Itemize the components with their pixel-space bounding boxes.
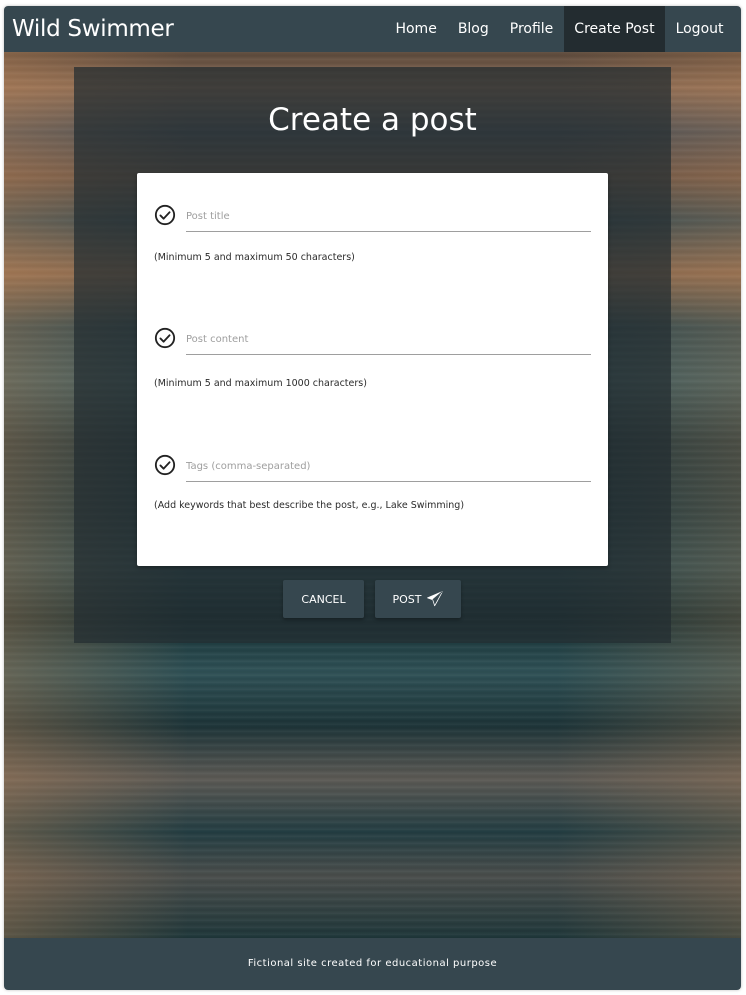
footer: Fictional site created for educational p… [4, 938, 741, 990]
post-content-input-wrap [186, 327, 591, 355]
paper-plane-icon [426, 591, 443, 607]
nav-menu: Home Blog Profile Create Post Logout [385, 6, 734, 52]
post-button[interactable]: POST [375, 580, 461, 618]
post-title-hint: (Minimum 5 and maximum 50 characters) [154, 252, 355, 263]
nav-item-create-post[interactable]: Create Post [563, 6, 666, 52]
post-content-input[interactable] [186, 327, 591, 351]
app-window: Wild Swimmer Home Blog Profile Create Po… [4, 6, 741, 990]
nav-item-home[interactable]: Home [385, 6, 447, 52]
post-title-input[interactable] [186, 204, 591, 228]
nav-item-profile[interactable]: Profile [499, 6, 564, 52]
post-tags-input[interactable] [186, 454, 591, 478]
post-tags-hint: (Add keywords that best describe the pos… [154, 500, 465, 511]
footer-text: Fictional site created for educational p… [247, 958, 498, 969]
check-circle-icon [154, 204, 176, 226]
cancel-button[interactable]: CANCEL [283, 580, 364, 618]
post-content-hint: (Minimum 5 and maximum 1000 characters) [154, 378, 367, 389]
check-circle-icon [154, 327, 176, 349]
navbar: Wild Swimmer Home Blog Profile Create Po… [4, 6, 741, 52]
post-button-label: POST [392, 592, 422, 606]
cancel-button-label: CANCEL [301, 592, 346, 606]
check-circle-icon [154, 454, 176, 476]
nav-item-blog[interactable]: Blog [447, 6, 499, 52]
post-tags-input-wrap [186, 454, 591, 482]
post-title-input-wrap [186, 204, 591, 232]
create-post-form: (Minimum 5 and maximum 50 characters) (M… [137, 173, 608, 566]
brand-logo[interactable]: Wild Swimmer [12, 16, 385, 42]
page-title: Create a post [268, 102, 477, 138]
nav-item-logout[interactable]: Logout [665, 6, 734, 52]
